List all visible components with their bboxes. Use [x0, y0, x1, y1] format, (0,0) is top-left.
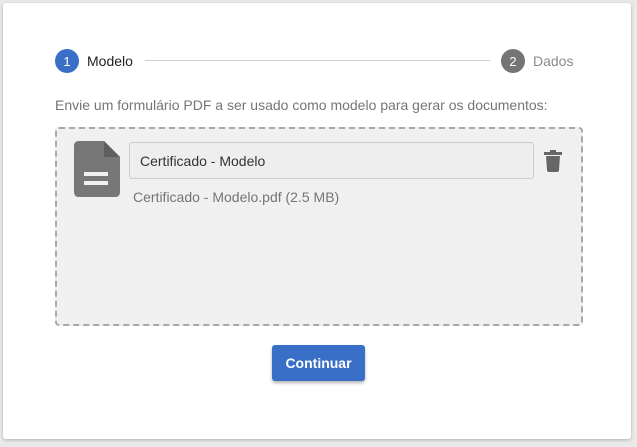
stepper-connector — [145, 60, 490, 61]
instructions-text: Envie um formulário PDF a ser usado como… — [55, 97, 548, 113]
step-dados: 2 Dados — [501, 49, 573, 73]
template-name-input[interactable] — [129, 142, 534, 179]
step-label-modelo: Modelo — [87, 53, 133, 69]
step-number-2: 2 — [501, 49, 525, 73]
step-number-1: 1 — [55, 49, 79, 73]
pdf-dropzone[interactable]: Certificado - Modelo.pdf (2.5 MB) — [55, 127, 583, 326]
file-document-icon — [74, 141, 120, 197]
trash-icon[interactable] — [543, 150, 563, 172]
continue-button[interactable]: Continuar — [272, 345, 365, 381]
file-info: Certificado - Modelo.pdf (2.5 MB) — [133, 189, 340, 205]
step-label-dados: Dados — [533, 53, 574, 69]
step-modelo: 1 Modelo — [55, 49, 133, 73]
upload-card: 1 Modelo 2 Dados Envie um formulário PDF… — [3, 3, 631, 439]
